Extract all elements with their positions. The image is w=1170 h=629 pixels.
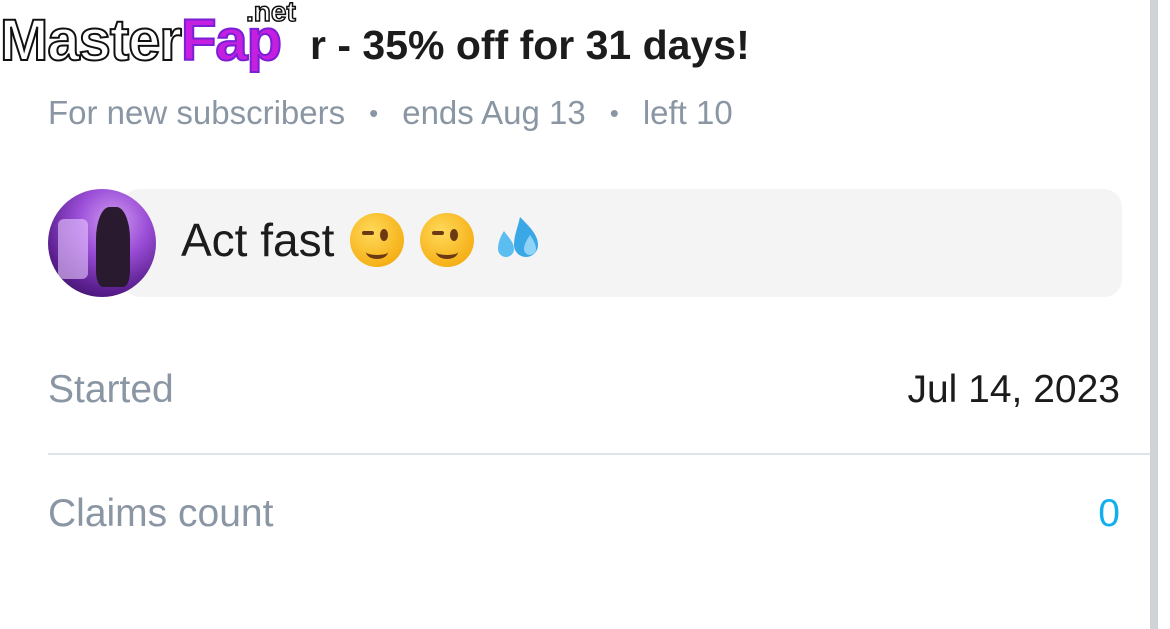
avatar-figure [96,207,130,287]
offer-ends: ends Aug 13 [402,94,586,131]
meta-separator: • [369,97,379,128]
offer-audience: For new subscribers [48,94,346,131]
scrollbar[interactable] [1150,0,1158,629]
offer-meta: For new subscribers • ends Aug 13 • left… [48,94,733,132]
watermark-logo: Master Fap .net [0,0,297,80]
meta-separator: • [609,97,619,128]
winking-face-icon [420,213,475,267]
avatar[interactable] [48,189,156,297]
watermark-net-text: .net [245,0,296,28]
sweat-droplets-icon [490,213,546,267]
watermark-master-text: Master [0,8,183,73]
divider [48,453,1170,455]
claims-count-value[interactable]: 0 [1098,492,1120,536]
offer-message-text: Act fast [181,214,335,266]
page-edge [1158,0,1170,629]
offer-message: Act fast [181,213,546,267]
offer-title: r - 35% off for 31 days! [310,22,750,68]
winking-face-icon [350,213,405,267]
claims-count-label: Claims count [48,492,274,535]
started-value: Jul 14, 2023 [907,368,1120,411]
avatar-light [58,219,88,279]
offer-details-page: r - 35% off for 31 days! Master Fap .net… [0,0,1170,629]
offer-left: left 10 [642,94,733,131]
started-label: Started [48,368,174,411]
